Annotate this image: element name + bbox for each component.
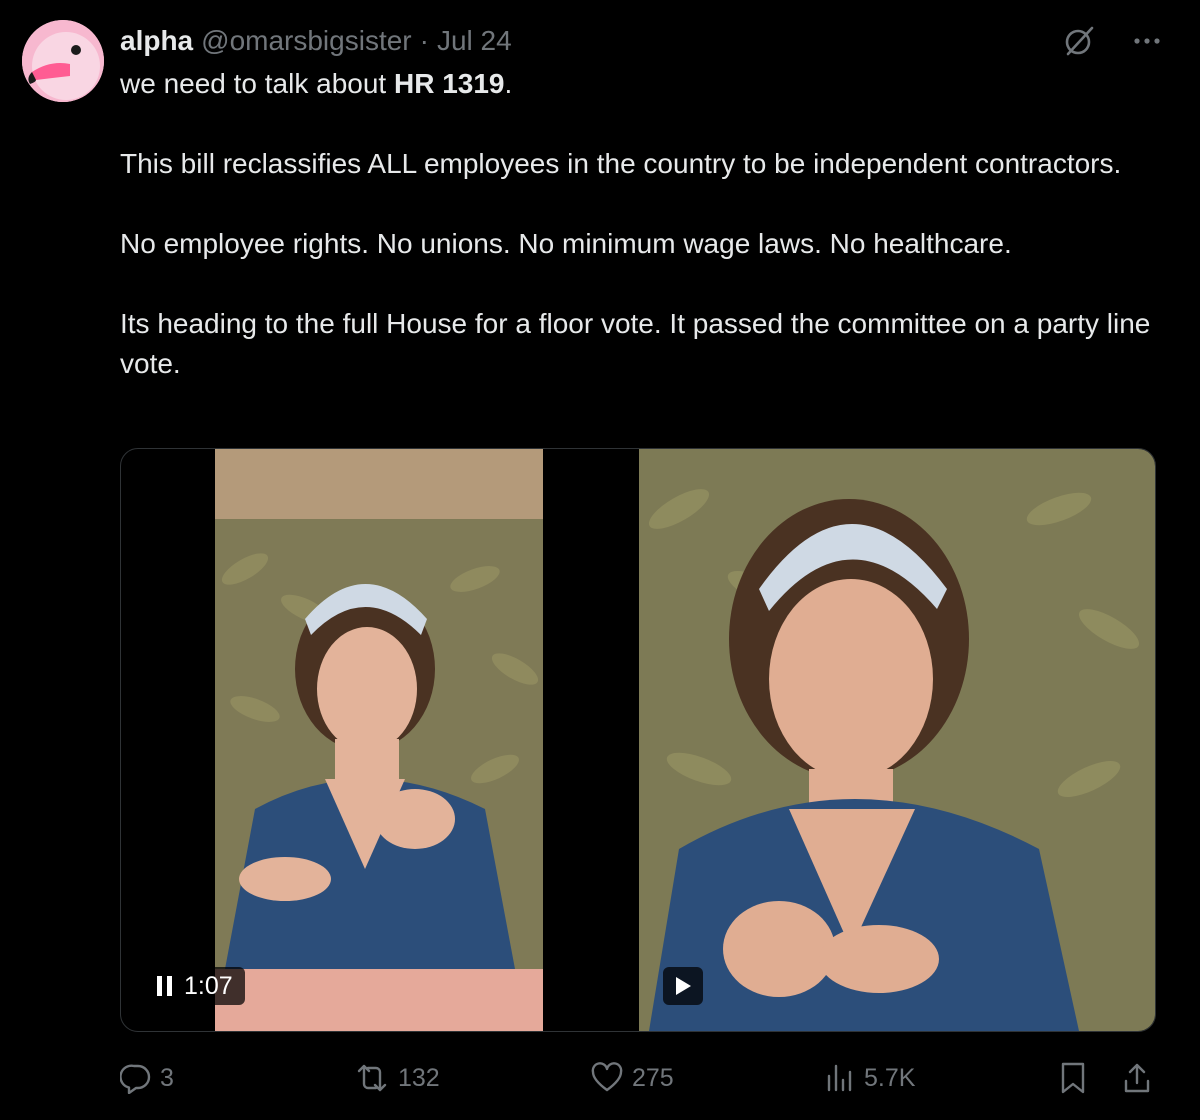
like-button[interactable]: 275 bbox=[590, 1058, 674, 1098]
repost-button[interactable]: 132 bbox=[354, 1058, 440, 1098]
avatar[interactable] bbox=[22, 20, 104, 102]
media-container[interactable]: 1:07 bbox=[120, 448, 1156, 1032]
views-icon bbox=[827, 1064, 852, 1092]
play-icon bbox=[676, 977, 691, 995]
reply-count: 3 bbox=[160, 1063, 174, 1092]
video-1-frame bbox=[215, 449, 543, 1031]
video-timer[interactable]: 1:07 bbox=[145, 967, 245, 1005]
post-date[interactable]: Jul 24 bbox=[437, 25, 512, 57]
more-icon[interactable] bbox=[1130, 24, 1164, 58]
bill-name: HR 1319 bbox=[393, 68, 505, 99]
like-count: 275 bbox=[632, 1063, 674, 1092]
like-icon bbox=[591, 1062, 623, 1092]
video-2[interactable] bbox=[639, 449, 1155, 1031]
separator-dot: · bbox=[419, 25, 429, 56]
post-paragraph-2: This bill reclassifies ALL employees in … bbox=[120, 148, 1122, 179]
bookmark-button[interactable] bbox=[1058, 1058, 1088, 1098]
action-bar: 3 132 275 5.7K bbox=[120, 1058, 1152, 1098]
video-time: 1:07 bbox=[184, 971, 233, 1000]
views-button[interactable]: 5.7K bbox=[824, 1058, 915, 1098]
post-header: alpha @omarsbigsister · Jul 24 bbox=[120, 22, 512, 60]
post-paragraph-4: Its heading to the full House for a floo… bbox=[120, 308, 1151, 379]
author-handle[interactable]: @omarsbigsister bbox=[201, 25, 411, 57]
post-paragraph-3: No employee rights. No unions. No minimu… bbox=[120, 228, 1012, 259]
video-1[interactable] bbox=[215, 449, 543, 1031]
play-button[interactable] bbox=[663, 967, 703, 1005]
post-line-1-suffix: . bbox=[504, 68, 513, 99]
grok-icon[interactable] bbox=[1062, 24, 1096, 58]
share-button[interactable] bbox=[1122, 1058, 1152, 1098]
repost-count: 132 bbox=[398, 1063, 440, 1092]
post-text: we need to talk about HR 1319. This bill… bbox=[120, 64, 1160, 384]
reply-button[interactable]: 3 bbox=[120, 1058, 174, 1098]
pause-icon[interactable] bbox=[157, 976, 172, 996]
video-2-frame bbox=[639, 449, 1155, 1031]
flamingo-avatar-image bbox=[22, 20, 104, 102]
bookmark-icon bbox=[1061, 1062, 1085, 1094]
post-top-actions bbox=[1062, 24, 1164, 58]
reply-icon bbox=[120, 1064, 151, 1094]
view-count: 5.7K bbox=[864, 1063, 916, 1092]
post-line-1-prefix: we need to talk about bbox=[120, 68, 394, 99]
repost-icon bbox=[357, 1064, 387, 1092]
author-name[interactable]: alpha bbox=[120, 25, 193, 57]
post-line-1: we need to talk about HR 1319. bbox=[120, 64, 1160, 104]
share-icon bbox=[1124, 1063, 1150, 1093]
